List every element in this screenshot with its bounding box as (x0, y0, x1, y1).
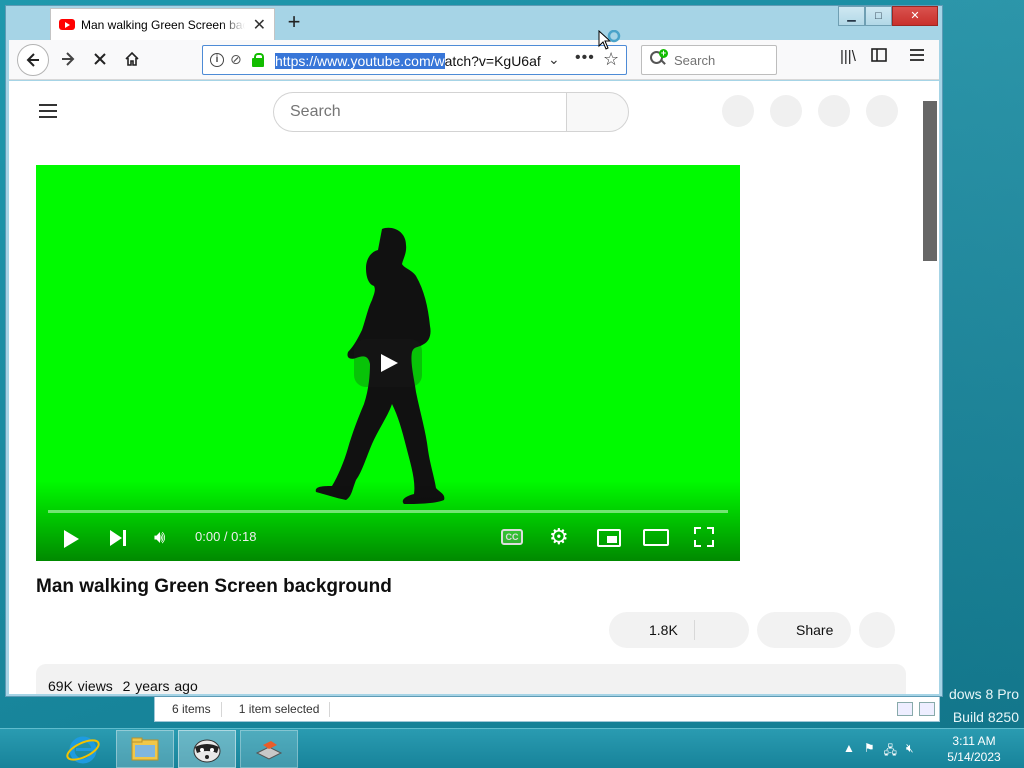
explorer-view-toggles (897, 702, 939, 716)
volume-icon[interactable]: 🔊︎ (154, 527, 165, 548)
video-title: Man walking Green Screen background (36, 576, 392, 597)
placeholder-icon-2[interactable] (770, 95, 802, 127)
subtitles-icon[interactable]: CC (501, 529, 523, 545)
show-hidden-icons-icon[interactable]: ▲ (843, 741, 855, 762)
home-icon (125, 51, 139, 66)
big-play-button[interactable] (354, 339, 422, 387)
system-tray: ▲ ⚑ 🖧︎ 🔇︎ (843, 741, 914, 762)
clock-time: 3:11 AM (952, 734, 996, 748)
firefox-window: Man walking Green Screen background ✕ + … (5, 5, 943, 697)
close-tab-icon[interactable]: ✕ (253, 15, 266, 35)
window-controls: ▁ □ ✕ (838, 6, 938, 26)
installer-icon (255, 741, 283, 760)
url-bar[interactable]: i ⊘ https://www.youtube.com/watch?v=KgU6… (202, 45, 627, 75)
taskbar-file-explorer[interactable] (116, 730, 174, 768)
explorer-status-bar: 6 items 1 item selected (154, 697, 940, 722)
home-button[interactable] (116, 44, 148, 76)
avatar[interactable] (866, 95, 898, 127)
more-actions-button[interactable] (859, 612, 895, 648)
upload-date: 2 years ago (122, 678, 198, 694)
page-scrollbar[interactable] (921, 81, 939, 694)
clock-date: 5/14/2023 (947, 750, 1001, 764)
chevron-down-icon[interactable]: ⌄ (548, 51, 560, 68)
site-info-icon[interactable]: i (210, 53, 224, 67)
new-tab-button[interactable]: + (280, 9, 308, 37)
close-window-button[interactable]: ✕ (892, 6, 938, 26)
maximize-button[interactable]: □ (865, 6, 892, 26)
action-center-flag-icon[interactable]: ⚑ (864, 741, 875, 762)
like-dislike-button-group[interactable]: 1.8K (609, 612, 749, 648)
minimize-button[interactable]: ▁ (838, 6, 865, 26)
youtube-search-button[interactable] (566, 92, 629, 132)
add-search-engine-icon: + (659, 48, 668, 58)
back-button[interactable] (17, 44, 49, 76)
busy-cursor-icon (598, 30, 621, 50)
windows-watermark-edition: dows 8 Pro (948, 686, 1019, 702)
stop-loading-button[interactable] (84, 44, 116, 76)
taskbar-internet-explorer[interactable] (54, 730, 112, 768)
secure-lock-icon[interactable] (252, 53, 264, 67)
folder-icon (131, 737, 159, 761)
controls-gradient (36, 481, 740, 561)
taskbar-raccoon-app[interactable] (178, 730, 236, 768)
like-count[interactable]: 1.8K (649, 622, 678, 638)
raccoon-icon (193, 739, 221, 763)
browser-search-placeholder: Search (674, 53, 716, 68)
miniplayer-icon[interactable] (597, 529, 621, 547)
taskbar-installer-app[interactable] (240, 730, 298, 768)
like-divider (694, 620, 695, 640)
sidebar-toggle-icon[interactable] (871, 48, 887, 66)
forward-button[interactable] (52, 44, 84, 76)
play-icon[interactable] (64, 530, 79, 548)
url-unselected-text: atch?v=KgU6af (444, 53, 541, 69)
browser-search-bar[interactable]: + Search (641, 45, 777, 75)
tab-title: Man walking Green Screen background (81, 17, 245, 32)
theater-mode-icon[interactable] (643, 529, 669, 546)
hamburger-menu-icon[interactable] (910, 48, 924, 65)
view-count: 69K views (48, 678, 113, 694)
video-meta: 69K views 2 years ago (48, 678, 198, 694)
tab-youtube[interactable]: Man walking Green Screen background ✕ (50, 8, 275, 40)
clock[interactable]: 3:11 AM 5/14/2023 (944, 733, 1004, 765)
share-button[interactable]: Share (757, 612, 851, 648)
page-content: Search 🔊︎ 0:00 / 0:18 CC ⚙ Man walking G… (9, 81, 939, 694)
url-selected-text: https://www.youtube.com/w (275, 53, 445, 69)
placeholder-icon-3[interactable] (818, 95, 850, 127)
volume-muted-icon[interactable]: 🔇︎ (906, 741, 914, 762)
explorer-selection-count: 1 item selected (222, 701, 331, 717)
large-icons-view-icon[interactable] (919, 702, 935, 716)
video-player[interactable]: 🔊︎ 0:00 / 0:18 CC ⚙ (36, 165, 740, 561)
progress-bar[interactable] (48, 510, 728, 513)
forward-arrow-icon (62, 52, 75, 66)
youtube-favicon-icon (59, 19, 75, 30)
time-display: 0:00 / 0:18 (195, 529, 257, 544)
details-view-icon[interactable] (897, 702, 913, 716)
explorer-item-count: 6 items (155, 701, 222, 717)
settings-gear-icon[interactable]: ⚙ (549, 524, 569, 550)
taskbar: ▲ ⚑ 🖧︎ 🔇︎ 3:11 AM 5/14/2023 (0, 728, 1024, 768)
title-bar: Man walking Green Screen background ✕ + … (6, 6, 942, 40)
scrollbar-thumb[interactable] (923, 101, 937, 261)
youtube-search-input[interactable]: Search (273, 92, 566, 132)
youtube-menu-icon[interactable] (39, 104, 57, 118)
navigation-toolbar: i ⊘ https://www.youtube.com/watch?v=KgU6… (9, 40, 939, 80)
placeholder-icon-1[interactable] (722, 95, 754, 127)
network-icon[interactable]: 🖧︎ (884, 741, 897, 762)
url-text[interactable]: https://www.youtube.com/watch?v=KgU6af (275, 53, 547, 69)
windows-watermark-build: Build 8250 (952, 709, 1019, 725)
next-video-icon[interactable] (110, 529, 128, 547)
back-arrow-icon (26, 53, 39, 67)
library-icon[interactable]: |||\ (840, 48, 856, 65)
internet-explorer-icon (66, 736, 100, 764)
stop-x-icon (94, 53, 106, 65)
permissions-icon[interactable]: ⊘ (230, 51, 242, 68)
page-actions-icon[interactable]: ••• (575, 49, 595, 67)
fullscreen-icon[interactable] (694, 527, 714, 547)
description-box[interactable]: 69K views 2 years ago (36, 664, 906, 694)
